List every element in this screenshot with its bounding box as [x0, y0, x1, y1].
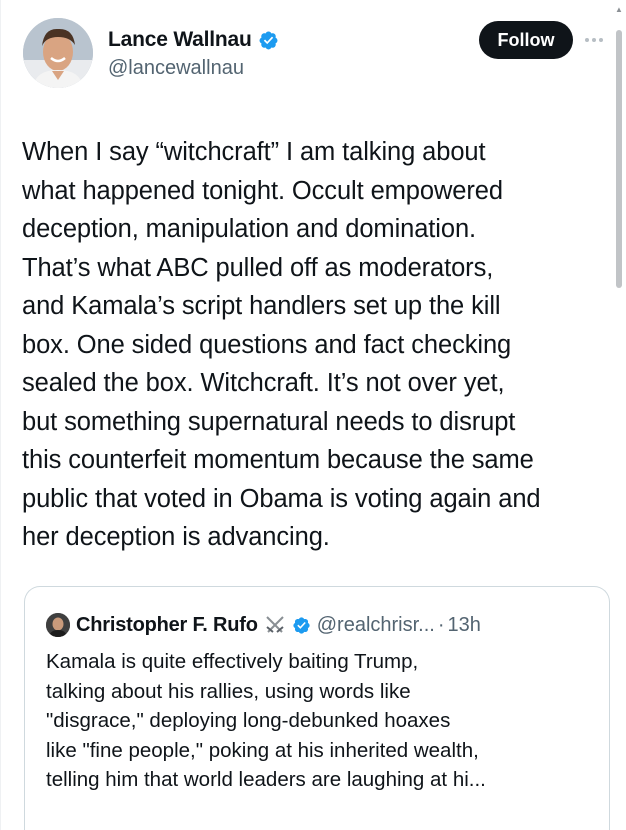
- quoted-author-name[interactable]: Christopher F. Rufo: [76, 614, 258, 637]
- quoted-verified-badge-icon: [292, 616, 311, 635]
- dot: [599, 38, 603, 42]
- author-display-name[interactable]: Lance Wallnau: [108, 28, 252, 52]
- scroll-up-arrow-icon[interactable]: ▲: [615, 6, 623, 14]
- author-name-row: Lance Wallnau: [108, 26, 279, 54]
- dot: [592, 38, 596, 42]
- follow-button[interactable]: Follow: [479, 21, 573, 59]
- quoted-timestamp[interactable]: 13h: [448, 614, 481, 637]
- author-avatar[interactable]: [23, 18, 93, 88]
- quoted-author-handle[interactable]: @realchrisr...: [317, 614, 435, 637]
- scrollbar-thumb[interactable]: [616, 30, 622, 288]
- verified-badge-icon: [258, 30, 279, 51]
- quoted-tweet-header: Christopher F. Rufo @realchrisr... · 13h: [46, 611, 481, 639]
- tweet-page: Lance Wallnau @lancewallnau Follow ▲ Whe…: [0, 0, 626, 830]
- meta-separator: ·: [437, 613, 445, 636]
- author-handle[interactable]: @lancewallnau: [108, 57, 244, 80]
- tweet-header: Lance Wallnau @lancewallnau Follow: [21, 14, 611, 94]
- quoted-tweet-text: Kamala is quite effectively baiting Trum…: [46, 650, 486, 791]
- tweet-text: When I say “witchcraft” I am talking abo…: [22, 138, 541, 551]
- dot: [585, 38, 589, 42]
- quoted-author-avatar[interactable]: [46, 613, 70, 637]
- scrollbar[interactable]: ▲: [615, 0, 623, 830]
- quoted-tweet-card[interactable]: Christopher F. Rufo @realchrisr... · 13h…: [24, 586, 610, 830]
- more-options-icon[interactable]: [585, 34, 609, 46]
- crossed-swords-icon: [264, 614, 286, 636]
